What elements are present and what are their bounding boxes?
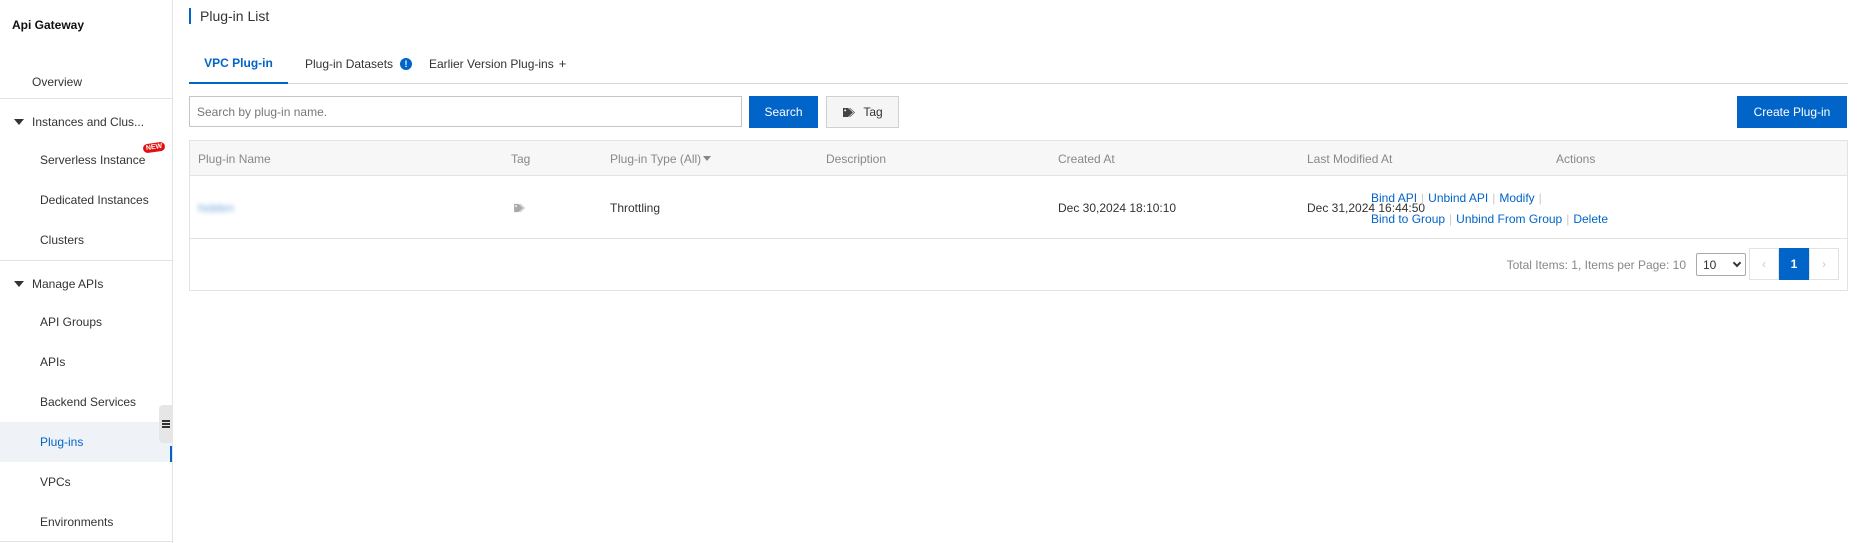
delete-link[interactable]: Delete: [1573, 212, 1608, 226]
sidebar-item-label: Dedicated Instances: [40, 193, 149, 207]
plugin-name-link[interactable]: hidden: [198, 176, 234, 239]
collapse-icon: [162, 420, 170, 428]
column-header-actions: Actions: [1556, 151, 1596, 166]
tag-button-label: Tag: [863, 105, 883, 119]
sidebar-item-vpcs[interactable]: VPCs: [0, 462, 172, 502]
tag-button[interactable]: Tag: [826, 96, 899, 128]
sidebar-item-label: Environments: [40, 515, 114, 529]
actions-line: Bind to Group | Unbind From Group | Delete: [1371, 209, 1631, 230]
tab-label: Plug-in Datasets: [305, 56, 394, 71]
page-title: Plug-in List: [189, 8, 269, 24]
column-header-description: Description: [826, 151, 887, 166]
tab-vpc-plug-in[interactable]: VPC Plug-in: [189, 43, 288, 84]
tag-icon: [514, 203, 525, 212]
sidebar-item-dedicated-instances[interactable]: Dedicated Instances: [0, 180, 172, 220]
main-content: Plug-in List VPC Plug-in Plug-in Dataset…: [189, 0, 1864, 543]
column-header-created-at: Created At: [1058, 151, 1115, 166]
info-icon: !: [400, 57, 413, 70]
app-title: Api Gateway: [12, 18, 85, 32]
tag-icon: [843, 107, 856, 117]
tab-plug-in-datasets[interactable]: Plug-in Datasets !: [305, 43, 413, 84]
sidebar-item-label: API Groups: [40, 315, 103, 329]
sidebar-item-label: Overview: [32, 75, 83, 89]
next-page-button[interactable]: ›: [1809, 248, 1839, 280]
sidebar-item-overview[interactable]: Overview: [0, 62, 172, 102]
separator: |: [1566, 212, 1570, 226]
table-row: hidden Throttling Dec 30,2024 18:10:10 D…: [190, 176, 1847, 239]
page-size-value: 10: [1703, 257, 1717, 272]
caret-down-icon: [14, 281, 24, 287]
column-header-label: Plug-in Type (All): [610, 151, 702, 166]
modify-link[interactable]: Modify: [1499, 191, 1534, 205]
row-actions: Bind API | Unbind API | Modify | Bind to Grou…: [1371, 188, 1631, 230]
caret-down-icon: [14, 119, 24, 125]
sidebar-group-instances[interactable]: Instances and Clus...: [0, 102, 172, 142]
sidebar-group-manage-apis[interactable]: Manage APIs: [0, 264, 172, 304]
sidebar-group-label: Instances and Clus...: [32, 115, 145, 129]
create-plug-in-button[interactable]: Create Plug-in: [1737, 96, 1847, 128]
sidebar-item-label: VPCs: [40, 475, 71, 489]
sidebar-item-label: Backend Services: [40, 395, 137, 409]
plugin-name-text: hidden: [198, 200, 235, 215]
page-size-select[interactable]: 10: [1696, 253, 1746, 276]
sidebar-item-backend-services[interactable]: Backend Services: [0, 382, 172, 422]
tab-label: Earlier Version Plug-ins: [429, 56, 554, 71]
sidebar: Api Gateway Overview Instances and Clus.…: [0, 0, 173, 543]
sidebar-item-clusters[interactable]: Clusters: [0, 220, 172, 260]
unbind-from-group-link[interactable]: Unbind From Group: [1456, 212, 1562, 226]
plus-icon: +: [558, 56, 567, 71]
separator: |: [1492, 191, 1496, 205]
column-header-type[interactable]: Plug-in Type (All): [610, 141, 712, 176]
sidebar-collapse-handle[interactable]: [159, 405, 173, 443]
sidebar-divider: [0, 541, 172, 542]
separator: |: [1538, 191, 1542, 205]
sidebar-item-api-groups[interactable]: API Groups: [0, 302, 172, 342]
unbind-api-link[interactable]: Unbind API: [1428, 191, 1488, 205]
plugin-table: Plug-in Name Tag Plug-in Type (All) Desc…: [189, 140, 1848, 291]
sidebar-item-label: Clusters: [40, 233, 85, 247]
caret-down-icon: [703, 156, 712, 161]
separator: |: [1421, 191, 1425, 205]
tab-earlier-version-plug-ins[interactable]: Earlier Version Plug-ins +: [429, 43, 566, 84]
sidebar-item-environments[interactable]: Environments: [0, 502, 172, 542]
pagination-summary: Total Items: 1, Items per Page: 10: [1506, 258, 1686, 272]
search-input[interactable]: [189, 96, 742, 127]
table-header: Plug-in Name Tag Plug-in Type (All) Desc…: [190, 141, 1847, 176]
sidebar-divider: [0, 260, 172, 261]
row-tag-cell[interactable]: [513, 176, 527, 239]
actions-line: Bind API | Unbind API | Modify |: [1371, 188, 1631, 209]
column-header-name: Plug-in Name: [198, 151, 271, 166]
bind-api-link[interactable]: Bind API: [1371, 191, 1417, 205]
plugin-type-cell: Throttling: [610, 200, 661, 215]
sidebar-divider: [0, 98, 172, 99]
sidebar-item-label: Serverless Instance: [40, 153, 146, 167]
created-at-cell: Dec 30,2024 18:10:10: [1058, 200, 1177, 215]
sidebar-group-label: Manage APIs: [32, 277, 104, 291]
sidebar-item-plug-ins[interactable]: Plug-ins: [0, 422, 172, 462]
sidebar-item-apis[interactable]: APIs: [0, 342, 172, 382]
chevron-down-icon: [1732, 258, 1742, 268]
pagination: Total Items: 1, Items per Page: 10 10 ‹ …: [190, 239, 1847, 291]
column-header-last-modified-at: Last Modified At: [1307, 151, 1393, 166]
prev-page-button[interactable]: ‹: [1749, 248, 1779, 280]
tab-bar: VPC Plug-in Plug-in Datasets ! Earlier V…: [189, 43, 1848, 84]
column-header-tag: Tag: [511, 151, 531, 166]
separator: |: [1449, 212, 1453, 226]
tab-label: VPC Plug-in: [204, 55, 273, 70]
bind-to-group-link[interactable]: Bind to Group: [1371, 212, 1445, 226]
sidebar-item-label: Plug-ins: [40, 435, 84, 449]
search-button[interactable]: Search: [749, 96, 818, 128]
page-button-current[interactable]: 1: [1779, 248, 1809, 280]
sidebar-item-label: APIs: [40, 355, 66, 369]
